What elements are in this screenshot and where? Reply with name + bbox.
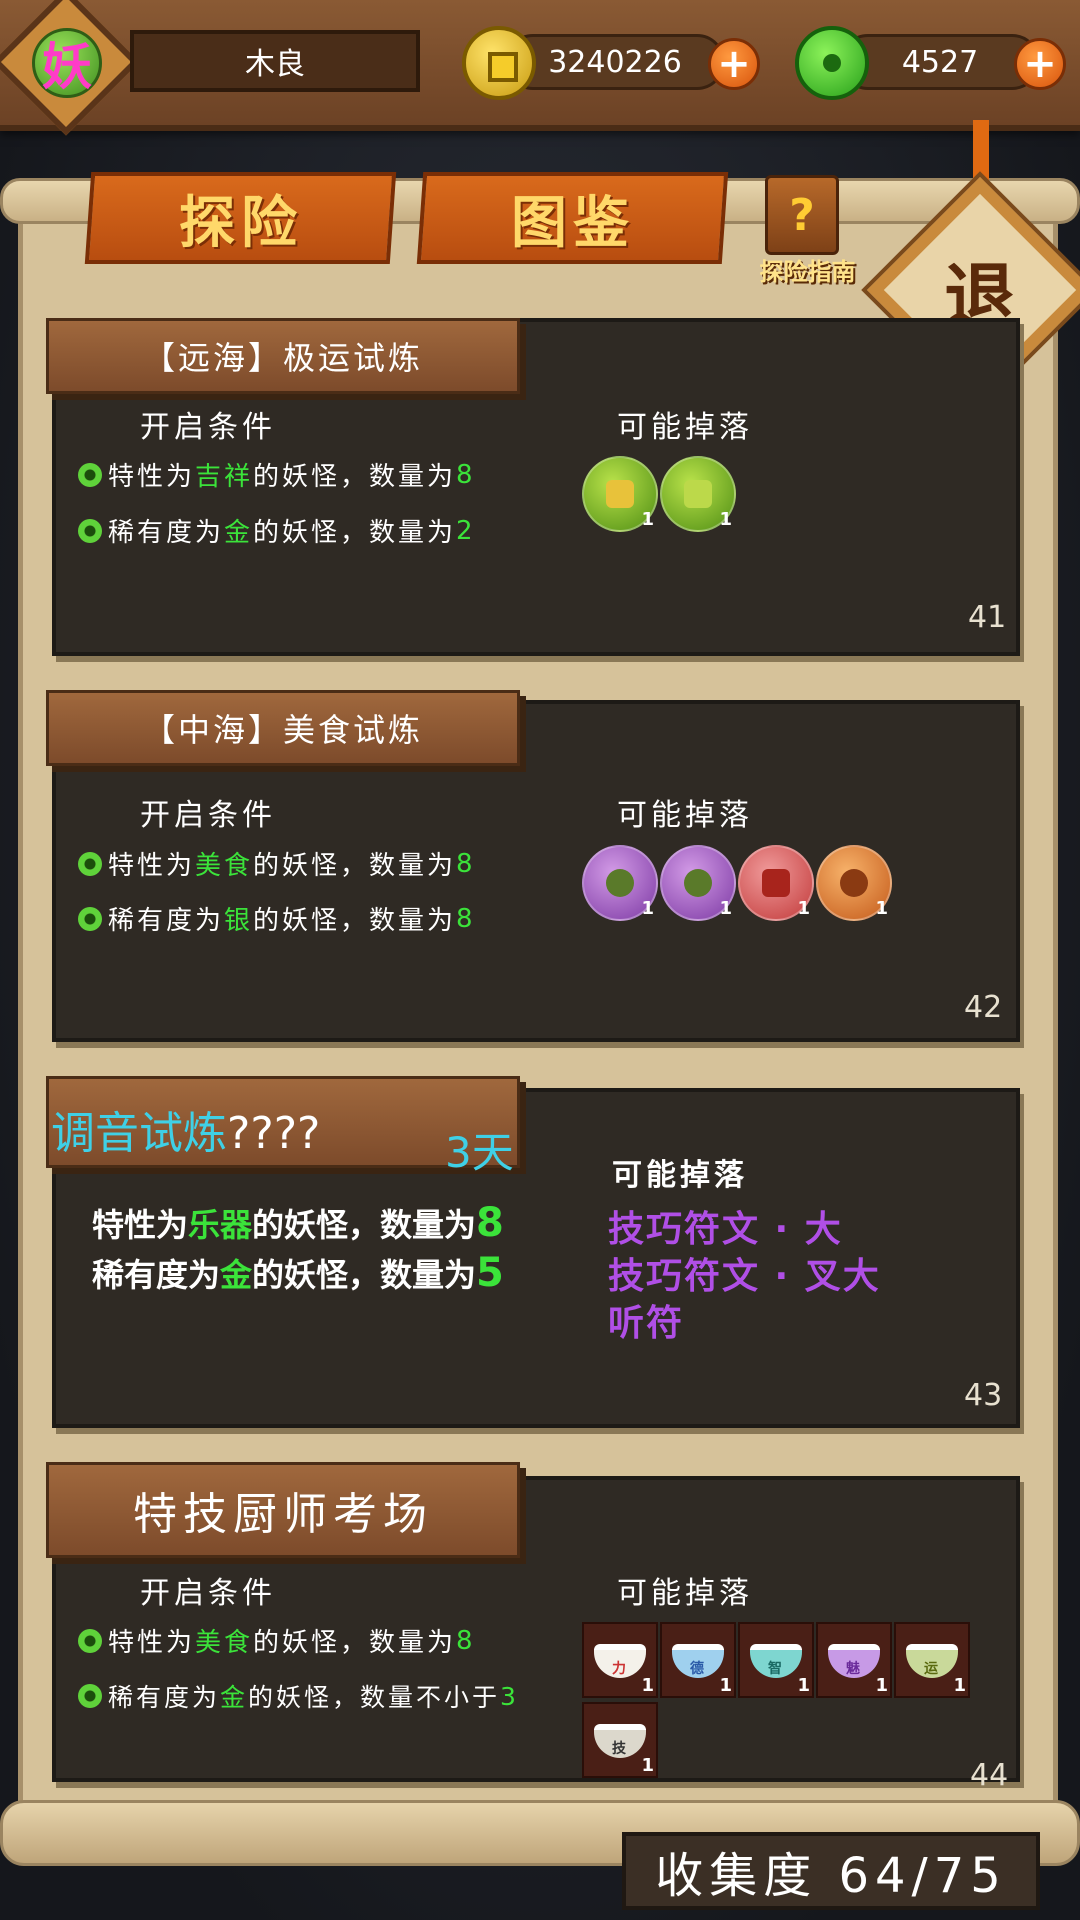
condition-2: 稀有度为金的妖怪，数量不小于 3 — [78, 1678, 519, 1714]
condition-1: 特性为 吉祥 的妖怪，数量为 8 — [78, 456, 476, 493]
trial-title: 特技厨师考场 — [133, 1489, 433, 1540]
add-gold-button[interactable]: + — [708, 38, 760, 90]
condition-2: 稀有度为金的妖怪，数量为 2 — [78, 512, 476, 549]
feather-orb-icon[interactable]: 1 — [582, 845, 658, 921]
rice-bowl-icon[interactable]: 力1 — [582, 1622, 658, 1698]
lucky-dice-orb-icon[interactable]: 1 — [660, 456, 736, 532]
condition-2: 稀有度为银的妖怪，数量为 8 — [78, 900, 476, 937]
drop-item[interactable]: 技巧符文 · 叉大 — [608, 1247, 881, 1299]
bullet-icon — [78, 518, 102, 543]
avatar[interactable]: 妖 — [32, 28, 102, 98]
bullet-icon — [78, 462, 102, 487]
lucky-dice-orb-icon[interactable]: 1 — [582, 456, 658, 532]
feather-orb-icon[interactable]: 1 — [660, 845, 736, 921]
add-jade-button[interactable]: + — [1014, 38, 1066, 90]
player-name: 木良 — [130, 30, 420, 92]
guide-label[interactable]: 探险指南 — [745, 252, 870, 287]
rice-bowl-icon[interactable]: 运1 — [894, 1622, 970, 1698]
tab-explore[interactable]: 探险 — [84, 172, 397, 264]
rice-bowl-icon[interactable]: 技1 — [582, 1702, 658, 1778]
tab-encyclopedia[interactable]: 图鉴 — [416, 172, 729, 264]
trial-title-plate: 调音试炼???? 3天 — [46, 1076, 520, 1177]
drop-item[interactable]: 技巧符文 · 大 — [608, 1200, 843, 1252]
bullet-icon — [78, 906, 102, 931]
condition-1: 特性为 美食 的妖怪，数量为 8 — [78, 845, 476, 882]
possible-drop-label: 可能掉落 — [617, 1576, 753, 1611]
rice-bowl-icon[interactable]: 魅1 — [816, 1622, 892, 1698]
meat-orb-icon[interactable]: 1 — [738, 845, 814, 921]
open-condition-label: 开启条件 — [140, 410, 276, 445]
trial-title: 【中海】美食试炼 — [142, 711, 423, 749]
trial-title-plate: 【远海】极运试炼 — [46, 318, 520, 394]
condition-1: 特性为 美食 的妖怪，数量为 8 — [78, 1622, 476, 1659]
open-condition-label: 开启条件 — [140, 798, 276, 833]
open-condition-label: 开启条件 — [140, 1576, 276, 1611]
bullet-icon — [78, 1628, 102, 1653]
trial-number: 42 — [964, 990, 1003, 1025]
rice-bowl-icon[interactable]: 德1 — [660, 1622, 736, 1698]
top-bar: 妖 木良 3240226 + 4527 + — [0, 0, 1080, 136]
guide-book-icon[interactable]: ? — [765, 175, 839, 255]
rice-bowl-icon[interactable]: 智1 — [738, 1622, 814, 1698]
trial-title-plate: 【中海】美食试炼 — [46, 690, 520, 766]
tab-explore-label: 探险 — [178, 190, 303, 256]
trial-number: 43 — [964, 1378, 1003, 1413]
gold-amount: 3240226 — [505, 34, 725, 90]
condition-2: 稀有度为金的妖怪，数量为5 — [92, 1250, 504, 1296]
trial-number: 44 — [970, 1758, 1009, 1793]
possible-drop-label: 可能掉落 — [612, 1158, 748, 1193]
drop-item[interactable]: 听符 — [608, 1294, 684, 1346]
trial-title: 【远海】极运试炼 — [142, 339, 423, 377]
trial-number: 41 — [968, 600, 1007, 635]
tab-encyclopedia-label: 图鉴 — [510, 190, 635, 256]
gold-coin-icon — [462, 26, 536, 100]
trial-title: 调音试炼???? — [51, 1108, 321, 1159]
bullet-icon — [78, 1684, 102, 1708]
jade-amount: 4527 — [840, 34, 1040, 90]
possible-drop-label: 可能掉落 — [617, 798, 753, 833]
drumstick-orb-icon[interactable]: 1 — [816, 845, 892, 921]
bullet-icon — [78, 851, 102, 876]
trial-days: 3天 — [445, 1128, 514, 1177]
collection-progress: 收集度 64/75 — [622, 1832, 1040, 1910]
possible-drop-label: 可能掉落 — [617, 410, 753, 445]
condition-1: 特性为乐器的妖怪，数量为8 — [92, 1200, 504, 1246]
trial-title-plate: 特技厨师考场 — [46, 1462, 520, 1558]
jade-coin-icon — [795, 26, 869, 100]
